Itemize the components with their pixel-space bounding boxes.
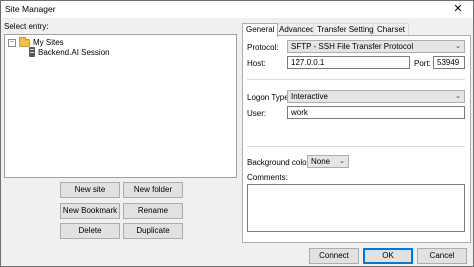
protocol-select[interactable]: SFTP - SSH File Transfer Protocol ⌄ [287, 40, 465, 53]
rename-button[interactable]: Rename [123, 203, 183, 219]
logon-type-label: Logon Type: [247, 93, 291, 102]
new-bookmark-button[interactable]: New Bookmark [60, 203, 120, 219]
divider [247, 79, 465, 80]
background-color-select[interactable]: None ⌄ [307, 155, 349, 168]
protocol-value: SFTP - SSH File Transfer Protocol [291, 42, 414, 51]
tree-item-label: My Sites [33, 38, 64, 47]
port-input[interactable]: 53949 [433, 56, 465, 69]
comments-textarea[interactable] [247, 184, 465, 232]
duplicate-button[interactable]: Duplicate [123, 223, 183, 239]
folder-icon [19, 36, 30, 47]
chevron-down-icon: ⌄ [339, 158, 345, 165]
select-entry-label: Select entry: [4, 22, 49, 31]
logon-type-value: Interactive [291, 92, 328, 101]
tree-item-label: Backend.AI Session [38, 47, 110, 57]
cancel-button[interactable]: Cancel [417, 248, 467, 264]
site-tree[interactable]: − My Sites Backend.AI Session [4, 34, 237, 178]
background-color-label: Background color: [247, 158, 312, 167]
port-label: Port: [414, 59, 431, 68]
connect-button[interactable]: Connect [309, 248, 359, 264]
tab-general[interactable]: General [242, 23, 279, 37]
site-manager-window: Site Manager ✕ Select entry: − My Sites … [0, 0, 474, 267]
tree-item-my-sites[interactable]: − My Sites [8, 36, 64, 47]
ok-button[interactable]: OK [363, 248, 413, 264]
comments-label: Comments: [247, 173, 288, 182]
server-icon [29, 47, 35, 57]
user-label: User: [247, 109, 267, 118]
protocol-label: Protocol: [247, 43, 279, 52]
tree-item-backend-ai-session[interactable]: Backend.AI Session [29, 47, 110, 57]
background-color-value: None [311, 157, 331, 166]
title-bar: Site Manager ✕ [1, 1, 473, 18]
chevron-down-icon: ⌄ [455, 43, 461, 50]
close-icon[interactable]: ✕ [443, 1, 473, 18]
chevron-down-icon: ⌄ [455, 93, 461, 100]
new-folder-button[interactable]: New folder [123, 182, 183, 198]
collapse-icon[interactable]: − [8, 38, 16, 47]
window-title: Site Manager [5, 4, 56, 14]
user-input[interactable]: work [287, 106, 465, 119]
new-site-button[interactable]: New site [60, 182, 120, 198]
host-label: Host: [247, 59, 266, 68]
delete-button[interactable]: Delete [60, 223, 120, 239]
logon-type-select[interactable]: Interactive ⌄ [287, 90, 465, 103]
host-input[interactable]: 127.0.0.1 [287, 56, 410, 69]
divider [247, 146, 465, 147]
